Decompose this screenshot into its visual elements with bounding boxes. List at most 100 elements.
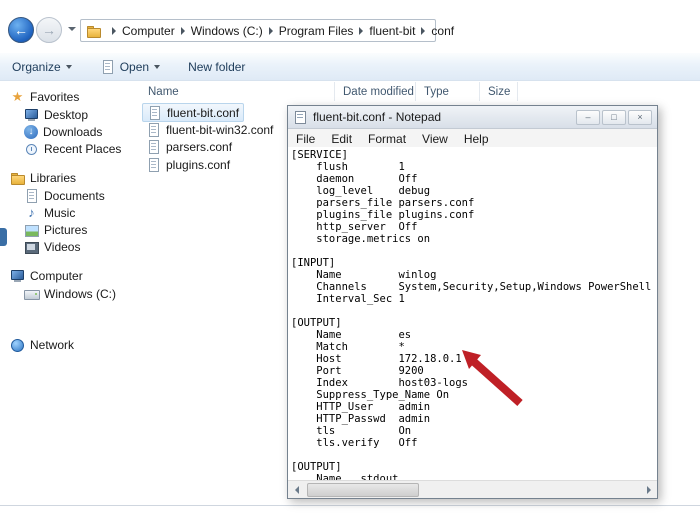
- breadcrumb-program-files[interactable]: Program Files: [279, 24, 354, 38]
- caption-buttons: – □ ×: [576, 110, 652, 125]
- window-bottom-edge: [0, 505, 700, 506]
- menu-edit[interactable]: Edit: [323, 132, 360, 146]
- sidebar-group-label: Computer: [30, 269, 83, 283]
- back-button[interactable]: ←: [8, 17, 34, 43]
- sidebar-item-desktop[interactable]: Desktop: [10, 106, 138, 123]
- file-row-fluent-bit-conf[interactable]: fluent-bit.conf: [142, 103, 244, 122]
- menu-help[interactable]: Help: [456, 132, 497, 146]
- sidebar-group-favorites[interactable]: ★ Favorites: [10, 88, 138, 106]
- notepad-icon: [293, 110, 308, 124]
- breadcrumb-separator-icon: [359, 27, 363, 35]
- chevron-down-icon: [66, 65, 72, 69]
- sidebar-item-videos[interactable]: Videos: [10, 238, 138, 255]
- triangle-right-icon: [647, 486, 651, 494]
- sidebar-item-label: Windows (C:): [44, 287, 116, 301]
- new-folder-label: New folder: [188, 60, 245, 74]
- forward-button[interactable]: →: [36, 17, 62, 43]
- sidebar-group-network[interactable]: Network: [10, 336, 138, 354]
- sidebar-item-label: Recent Places: [44, 142, 121, 156]
- conf-file-icon: [146, 140, 161, 154]
- horizontal-scrollbar[interactable]: [288, 480, 657, 498]
- libraries-icon: [10, 171, 25, 185]
- file-name: parsers.conf: [166, 140, 232, 154]
- sidebar-group-label: Libraries: [30, 171, 76, 185]
- column-header-type[interactable]: Type: [416, 82, 480, 101]
- open-button[interactable]: Open: [100, 60, 160, 74]
- breadcrumb-separator-icon: [112, 27, 116, 35]
- conf-file-icon: [147, 106, 162, 120]
- file-name: fluent-bit.conf: [167, 106, 239, 120]
- document-icon: [100, 60, 115, 74]
- red-arrow-annotation: [458, 346, 543, 421]
- pictures-icon: [24, 223, 39, 237]
- file-row-plugins-conf[interactable]: plugins.conf: [142, 156, 234, 173]
- sidebar-group-computer[interactable]: Computer: [10, 267, 138, 285]
- column-header-date-modified[interactable]: Date modified: [335, 82, 416, 101]
- sidebar-group-libraries[interactable]: Libraries: [10, 169, 138, 187]
- minimize-button[interactable]: –: [576, 110, 600, 125]
- organize-label: Organize: [12, 60, 61, 74]
- notepad-window-title: fluent-bit.conf - Notepad: [313, 110, 441, 124]
- notepad-text-area[interactable]: [SERVICE] flush 1 daemon Off log_level d…: [288, 147, 657, 481]
- sidebar-item-label: Videos: [44, 240, 80, 254]
- file-name: fluent-bit-win32.conf: [166, 123, 273, 137]
- breadcrumb-fluent-bit[interactable]: fluent-bit: [369, 24, 415, 38]
- breadcrumb-conf[interactable]: conf: [431, 24, 454, 38]
- open-label: Open: [120, 60, 149, 74]
- sidebar-group-label: Network: [30, 338, 74, 352]
- column-header-row: Name Date modified Type Size: [140, 82, 518, 101]
- explorer-window: ← → Computer Windows (C:) Program Files …: [0, 0, 700, 514]
- sidebar-item-documents[interactable]: Documents: [10, 187, 138, 204]
- sidebar-item-music[interactable]: ♪ Music: [10, 204, 138, 221]
- breadcrumb-windows-c[interactable]: Windows (C:): [191, 24, 263, 38]
- triangle-left-icon: [295, 486, 299, 494]
- sidebar-item-recent-places[interactable]: Recent Places: [10, 140, 138, 157]
- scrollbar-thumb[interactable]: [307, 483, 419, 497]
- file-row-fluent-bit-win32-conf[interactable]: fluent-bit-win32.conf: [142, 121, 277, 138]
- conf-file-icon: [146, 123, 161, 137]
- recent-pages-dropdown-icon[interactable]: [68, 27, 76, 31]
- menu-format[interactable]: Format: [360, 132, 414, 146]
- music-icon: ♪: [24, 206, 39, 220]
- file-row-parsers-conf[interactable]: parsers.conf: [142, 138, 236, 155]
- breadcrumb-computer[interactable]: Computer: [122, 24, 175, 38]
- column-header-size[interactable]: Size: [480, 82, 518, 101]
- breadcrumb-separator-icon: [269, 27, 273, 35]
- computer-icon: [10, 269, 25, 283]
- maximize-button[interactable]: □: [602, 110, 626, 125]
- column-header-name[interactable]: Name: [140, 82, 335, 101]
- file-name: plugins.conf: [166, 158, 230, 172]
- recent-places-icon: [24, 142, 39, 156]
- downloads-icon: ↓: [24, 125, 38, 139]
- sidebar-item-label: Music: [44, 206, 75, 220]
- videos-icon: [24, 240, 39, 254]
- breadcrumb-separator-icon: [421, 27, 425, 35]
- organize-button[interactable]: Organize: [12, 60, 72, 74]
- scroll-left-button[interactable]: [288, 482, 305, 498]
- scroll-right-button[interactable]: [640, 482, 657, 498]
- new-folder-button[interactable]: New folder: [188, 60, 245, 74]
- navigation-pane: ★ Favorites Desktop ↓ Downloads Recent P…: [10, 88, 138, 354]
- documents-icon: [24, 189, 39, 203]
- close-button[interactable]: ×: [628, 110, 652, 125]
- sidebar-item-pictures[interactable]: Pictures: [10, 221, 138, 238]
- notepad-title-bar[interactable]: fluent-bit.conf - Notepad – □ ×: [288, 106, 657, 129]
- folder-icon: [86, 24, 101, 38]
- sidebar-item-label: Pictures: [44, 223, 87, 237]
- conf-file-icon: [146, 158, 161, 172]
- notepad-menu-bar: File Edit Format View Help: [288, 129, 657, 149]
- address-bar[interactable]: Computer Windows (C:) Program Files flue…: [80, 19, 436, 42]
- favorites-star-icon: ★: [10, 90, 25, 104]
- sidebar-item-windows-c[interactable]: Windows (C:): [10, 285, 138, 302]
- menu-file[interactable]: File: [288, 132, 323, 146]
- breadcrumb-separator-icon: [181, 27, 185, 35]
- sidebar-item-label: Desktop: [44, 108, 88, 122]
- sidebar-item-label: Documents: [44, 189, 105, 203]
- sidebar-item-label: Downloads: [43, 125, 102, 139]
- notepad-window: fluent-bit.conf - Notepad – □ × File Edi…: [287, 105, 658, 499]
- network-icon: [10, 338, 25, 352]
- command-toolbar: Organize Open New folder: [0, 52, 700, 81]
- menu-view[interactable]: View: [414, 132, 456, 146]
- desktop-icon: [24, 108, 39, 122]
- sidebar-item-downloads[interactable]: ↓ Downloads: [10, 123, 138, 140]
